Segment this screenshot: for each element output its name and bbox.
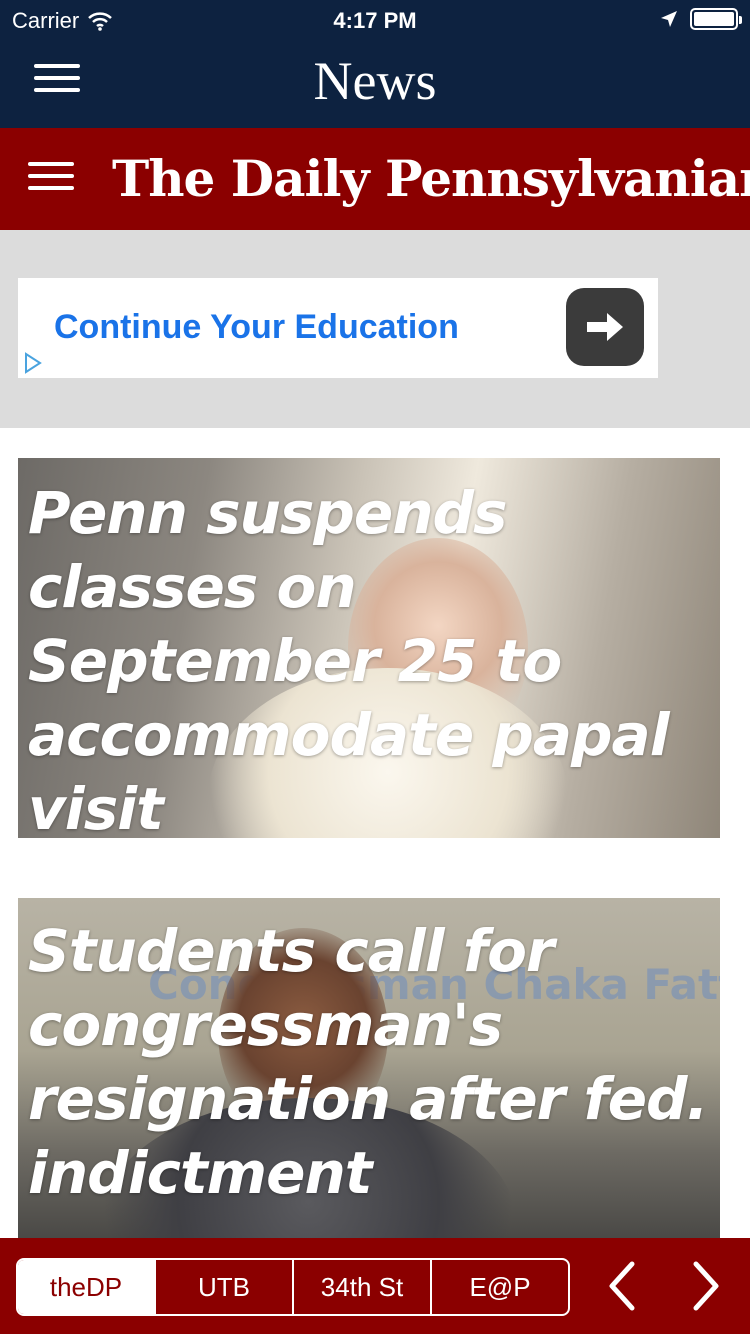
article-card[interactable]: Penn suspends classes on September 25 to…: [18, 458, 720, 838]
tab-utb[interactable]: UTB: [154, 1260, 292, 1314]
chevron-right-icon[interactable]: [686, 1260, 726, 1312]
page-title: News: [313, 51, 437, 111]
masthead-logo[interactable]: The Daily Pennsylvanian: [112, 146, 750, 212]
masthead-menu-button[interactable]: [28, 162, 74, 196]
adchoices-icon[interactable]: [18, 348, 48, 378]
ad-banner[interactable]: Continue Your Education: [18, 278, 658, 378]
clock: 4:17 PM: [333, 8, 417, 33]
section-segmented-control: theDP UTB 34th St E@P: [16, 1258, 570, 1316]
top-bar: Carrier 4:17 PM News: [0, 0, 750, 128]
masthead: The Daily Pennsylvanian: [0, 128, 750, 230]
ad-area: Continue Your Education: [0, 230, 750, 428]
tab-eap[interactable]: E@P: [430, 1260, 568, 1314]
nav-bar: News: [0, 40, 750, 128]
hamburger-icon: [28, 162, 74, 166]
article-card[interactable]: Congressman Chaka Fatta Students call fo…: [18, 898, 720, 1238]
chevron-left-icon[interactable]: [602, 1260, 642, 1312]
status-bar: Carrier 4:17 PM: [0, 0, 750, 40]
article-title[interactable]: Students call for congressman's resignat…: [28, 914, 709, 1210]
hamburger-icon: [28, 174, 74, 178]
bottom-tab-bar: theDP UTB 34th St E@P: [0, 1238, 750, 1334]
article-title[interactable]: Penn suspends classes on September 25 to…: [28, 476, 708, 838]
tab-thedp[interactable]: theDP: [18, 1260, 154, 1314]
location-icon: [661, 11, 677, 27]
ad-arrow-button[interactable]: [566, 288, 644, 366]
arrow-right-icon: [587, 313, 623, 341]
ad-text[interactable]: Continue Your Education: [54, 308, 459, 347]
tab-34th-st[interactable]: 34th St: [292, 1260, 430, 1314]
hamburger-icon: [28, 186, 74, 190]
status-right: [660, 8, 742, 30]
battery-icon: [690, 8, 742, 30]
